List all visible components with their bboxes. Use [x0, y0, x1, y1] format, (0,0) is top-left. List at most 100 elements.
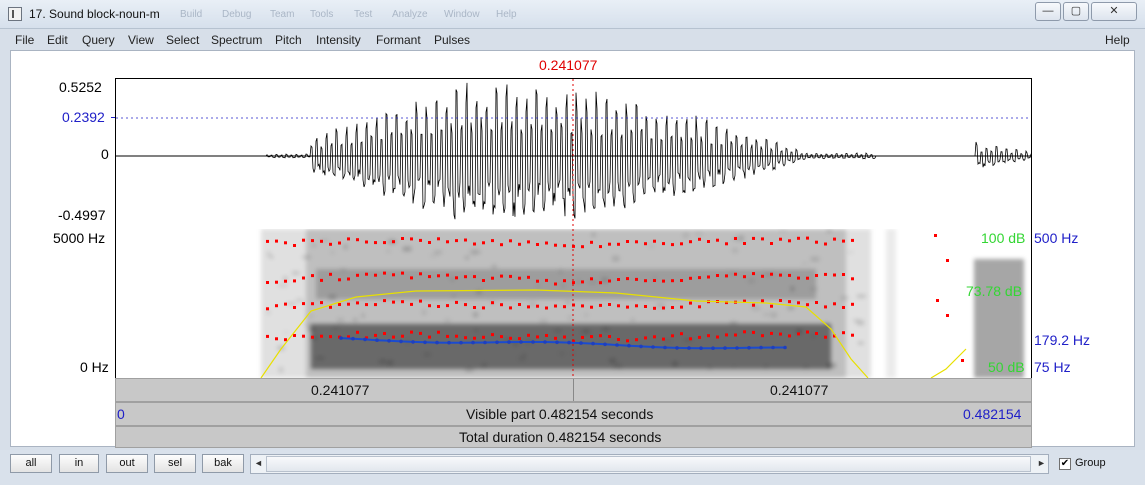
- formant-dot: [851, 238, 854, 242]
- ghost-menu-debug: Debug: [222, 9, 252, 20]
- time-bar-right-segment[interactable]: 0.241077: [574, 379, 1031, 401]
- formant-dot: [320, 239, 323, 243]
- zoom-in-button[interactable]: in: [59, 454, 99, 473]
- formant-dot: [653, 335, 656, 339]
- formant-dot: [374, 241, 377, 245]
- restore-button[interactable]: ▢: [1063, 2, 1089, 21]
- pitch-point: [663, 345, 667, 350]
- formant-dot: [752, 330, 755, 334]
- pitch-point: [579, 341, 583, 345]
- formant-dot: [545, 334, 548, 337]
- formant-dot: [752, 272, 755, 276]
- scroll-right-arrow-icon[interactable]: ►: [1037, 458, 1046, 468]
- formant-dot: [725, 274, 728, 278]
- menu-bar: File Edit Query View Select Spectrum Pit…: [0, 30, 1145, 50]
- menu-formant[interactable]: Formant: [376, 33, 421, 47]
- waveform-pane[interactable]: [115, 78, 1032, 230]
- formant-dot: [536, 243, 539, 246]
- menu-select[interactable]: Select: [166, 33, 199, 47]
- pitch-point: [435, 340, 439, 345]
- group-checkbox[interactable]: ✔: [1059, 458, 1071, 470]
- formant-dot: [946, 314, 949, 317]
- formant-dot: [347, 237, 350, 241]
- formant-dot: [961, 359, 964, 362]
- formant-dot: [383, 332, 386, 335]
- zoom-selection-button[interactable]: sel: [154, 454, 196, 473]
- waveform-min-label: -0.4997: [58, 207, 106, 223]
- menu-view[interactable]: View: [128, 33, 154, 47]
- visible-part-bar[interactable]: 0 Visible part 0.482154 seconds 0.482154: [115, 402, 1032, 426]
- formant-dot: [842, 306, 845, 309]
- formant-dot: [635, 277, 638, 281]
- formant-dot: [644, 279, 647, 283]
- scroll-left-arrow-icon[interactable]: ◄: [254, 458, 263, 468]
- waveform-trace: [116, 82, 1031, 220]
- formant-dot: [365, 303, 368, 307]
- formant-dot: [383, 241, 386, 245]
- formant-dot: [401, 237, 404, 240]
- menu-pulses[interactable]: Pulses: [434, 33, 470, 47]
- menu-query[interactable]: Query: [82, 33, 115, 47]
- formant-dot: [545, 241, 548, 245]
- formant-dot: [716, 238, 719, 242]
- pitch-point: [615, 343, 619, 347]
- pitch-point: [711, 346, 715, 350]
- formant-dot: [482, 335, 485, 339]
- formant-dot: [383, 299, 386, 303]
- formant-dot: [761, 334, 764, 338]
- pitch-point: [351, 336, 355, 341]
- pitch-point: [771, 345, 775, 350]
- formant-dot: [266, 307, 269, 311]
- formant-dot: [293, 279, 296, 283]
- waveform-max-label: 0.5252: [59, 79, 102, 95]
- total-duration-bar[interactable]: Total duration 0.482154 seconds: [115, 426, 1032, 448]
- formant-dot: [437, 305, 440, 308]
- menu-help[interactable]: Help: [1105, 33, 1130, 47]
- formant-dot: [536, 335, 539, 339]
- formant-dot: [419, 299, 422, 303]
- menu-spectrum[interactable]: Spectrum: [211, 33, 262, 47]
- formant-dot: [473, 336, 476, 340]
- formant-dot: [437, 330, 440, 334]
- pitch-top-label: 500 Hz: [1034, 230, 1079, 246]
- formant-dot: [554, 304, 557, 308]
- close-button[interactable]: ✕: [1091, 2, 1137, 21]
- formant-dot: [581, 304, 584, 308]
- zoom-back-button[interactable]: bak: [202, 454, 244, 473]
- pitch-point: [651, 345, 655, 349]
- time-bar-left-segment[interactable]: 0.241077: [116, 379, 574, 401]
- formant-dot: [518, 337, 521, 341]
- formant-dot: [734, 272, 737, 276]
- menu-edit[interactable]: Edit: [47, 33, 68, 47]
- pitch-point: [339, 336, 343, 340]
- menu-intensity[interactable]: Intensity: [316, 33, 361, 47]
- formant-dot: [491, 333, 494, 337]
- menu-pitch[interactable]: Pitch: [275, 33, 302, 47]
- formant-dot: [554, 243, 557, 247]
- formant-dot: [824, 242, 827, 246]
- formant-dot: [590, 277, 593, 281]
- formant-dot: [779, 273, 782, 277]
- minimize-button[interactable]: —: [1035, 2, 1061, 21]
- formant-dot: [761, 274, 764, 278]
- formant-dot: [437, 274, 440, 278]
- formant-dot: [464, 303, 467, 307]
- horizontal-scrollbar[interactable]: ◄ ►: [250, 454, 1049, 474]
- formant-dot: [635, 338, 638, 342]
- formant-dot: [626, 277, 629, 281]
- spectrogram-pane[interactable]: 100 dB 73.78 dB 50 dB: [115, 229, 1032, 378]
- formant-dot: [563, 244, 566, 248]
- formant-dot: [833, 273, 836, 277]
- cursor-time-bar[interactable]: 0.241077 0.241077: [115, 378, 1032, 402]
- zoom-out-button[interactable]: out: [106, 454, 148, 473]
- formant-dot: [491, 239, 494, 243]
- formant-dot: [743, 242, 746, 245]
- zoom-all-button[interactable]: all: [10, 454, 52, 473]
- formant-dot: [401, 271, 404, 275]
- scrollbar-thumb[interactable]: [266, 456, 1031, 472]
- formant-dot: [752, 236, 755, 240]
- formant-dot: [473, 306, 476, 309]
- pitch-cursor-label: 179.2 Hz: [1034, 332, 1091, 348]
- formant-dot: [743, 275, 746, 279]
- menu-file[interactable]: File: [15, 33, 34, 47]
